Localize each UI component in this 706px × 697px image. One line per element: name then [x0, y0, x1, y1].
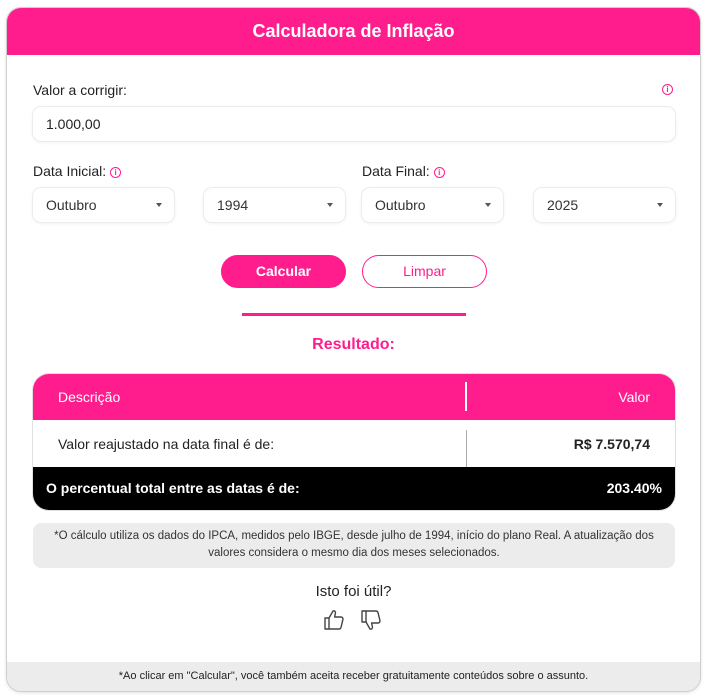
- chevron-down-icon: [657, 203, 663, 207]
- calculation-note: *O cálculo utiliza os dados do IPCA, med…: [33, 523, 675, 568]
- end-month-select[interactable]: Outubro: [362, 188, 503, 222]
- footer-disclaimer: *Ao clicar em "Calcular", você também ac…: [7, 662, 700, 691]
- total-row: O percentual total entre as datas é de: …: [33, 467, 675, 510]
- end-year-select[interactable]: 2025: [534, 188, 675, 222]
- start-date-label: Data Inicial: i: [33, 163, 122, 179]
- result-title: Resultado:: [312, 336, 395, 353]
- total-description: O percentual total entre as datas é de:: [46, 480, 300, 496]
- info-icon[interactable]: i: [110, 167, 122, 178]
- column-header-description: Descrição: [58, 389, 121, 405]
- row-value: R$ 7.570,74: [573, 436, 650, 452]
- end-date-label-text: Data Final:: [362, 163, 430, 179]
- start-year-value: 1994: [217, 197, 249, 213]
- total-value: 203.40%: [606, 480, 662, 496]
- clear-button[interactable]: Limpar: [362, 255, 487, 288]
- end-date-label: Data Final: i: [362, 163, 445, 179]
- info-icon[interactable]: i: [662, 84, 673, 95]
- thumbs-up-icon[interactable]: [322, 608, 346, 632]
- result-table: Descrição Valor Valor reajustado na data…: [33, 374, 675, 510]
- calculator-title: Calculadora de Inflação: [7, 8, 700, 55]
- table-row: Valor reajustado na data final é de: R$ …: [33, 420, 675, 468]
- column-divider: [465, 382, 467, 411]
- start-date-label-text: Data Inicial:: [33, 163, 107, 179]
- start-year-select[interactable]: 1994: [204, 188, 345, 222]
- value-label: Valor a corrigir:: [33, 82, 127, 98]
- chevron-down-icon: [156, 203, 162, 207]
- divider: [242, 313, 466, 316]
- thumbs-down-icon[interactable]: [359, 608, 383, 632]
- column-header-value: Valor: [618, 389, 650, 405]
- start-month-select[interactable]: Outubro: [33, 188, 174, 222]
- calculate-button[interactable]: Calcular: [221, 255, 346, 288]
- value-input[interactable]: 1.000,00: [33, 107, 675, 141]
- table-header: Descrição Valor: [33, 374, 675, 420]
- row-description: Valor reajustado na data final é de:: [58, 436, 275, 452]
- info-icon[interactable]: i: [433, 167, 445, 178]
- chevron-down-icon: [327, 203, 333, 207]
- inflation-calculator-card: Calculadora de Inflação Valor a corrigir…: [7, 8, 700, 691]
- column-divider: [466, 430, 467, 468]
- start-month-value: Outubro: [46, 197, 97, 213]
- end-month-value: Outubro: [375, 197, 426, 213]
- feedback-question: Isto foi útil?: [315, 583, 392, 600]
- end-year-value: 2025: [547, 197, 579, 213]
- chevron-down-icon: [485, 203, 491, 207]
